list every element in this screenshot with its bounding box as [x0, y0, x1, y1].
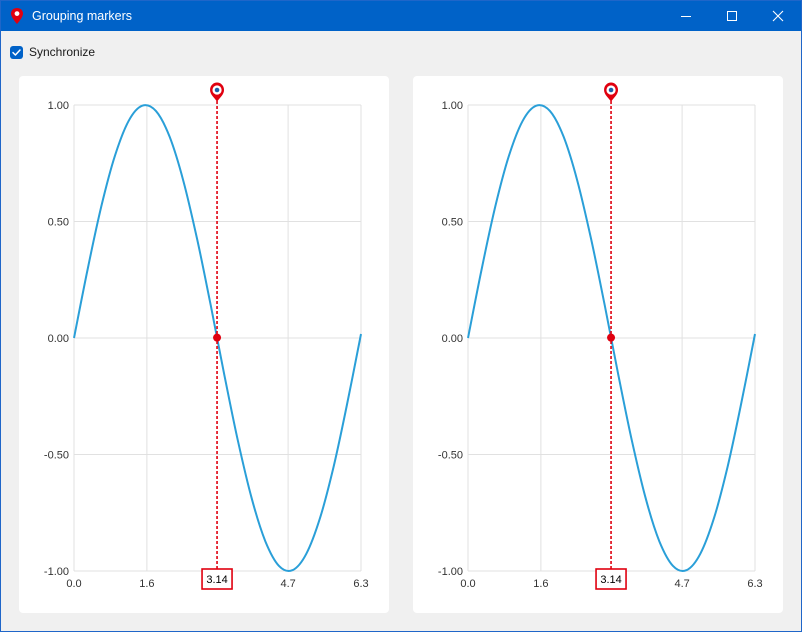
title-bar[interactable]: Grouping markers: [1, 1, 801, 31]
x-tick-label: 0.0: [66, 578, 81, 590]
y-tick-label: 0.00: [442, 333, 463, 345]
close-button[interactable]: [755, 1, 801, 31]
app-window: Grouping markers Synchronize 1.00 0.50 0.0…: [0, 0, 802, 632]
x-tick-label: 4.7: [280, 578, 295, 590]
x-tick-label: 1.6: [139, 578, 154, 590]
maximize-icon: [727, 11, 737, 21]
marker-point[interactable]: [607, 333, 616, 342]
sine-chart-right[interactable]: 1.00 0.50 0.00 -0.50 -1.000.0 1.6 4.7 6.3 3.14: [413, 76, 783, 613]
minimize-button[interactable]: [663, 1, 709, 31]
x-tick-label: 6.3: [747, 578, 762, 590]
y-tick-label: 0.50: [442, 217, 463, 229]
close-icon: [772, 10, 784, 22]
marker-label: 3.14: [600, 574, 621, 586]
x-tick-label: 4.7: [674, 578, 689, 590]
location-pin-icon[interactable]: [210, 82, 225, 103]
y-tick-label: -1.00: [438, 566, 463, 578]
chart-panel-right: 1.00 0.50 0.00 -0.50 -1.00 0.0 1.6 4.7 6.3 3.14: [413, 76, 783, 613]
synchronize-checkbox[interactable]: [10, 45, 23, 59]
y-tick-label: -1.00: [44, 566, 69, 578]
y-tick-label: 0.00: [48, 333, 69, 345]
y-tick-label: 1.00: [48, 100, 69, 112]
y-tick-label: 1.00: [442, 100, 463, 112]
window-title: Grouping markers: [32, 9, 133, 23]
y-tick-label: 0.50: [48, 217, 69, 229]
x-tick-label: 1.6: [533, 578, 548, 590]
checkmark-icon: [12, 48, 21, 56]
x-tick-label: 6.3: [353, 578, 368, 590]
x-tick-label: 0.0: [460, 578, 475, 590]
maximize-button[interactable]: [709, 1, 755, 31]
synchronize-option: Synchronize: [10, 43, 95, 61]
location-pin-icon: [11, 8, 23, 24]
location-pin-icon[interactable]: [604, 82, 619, 103]
y-tick-label: -0.50: [44, 450, 69, 462]
marker-label: 3.14: [206, 574, 227, 586]
y-tick-label: -0.50: [438, 450, 463, 462]
marker-point[interactable]: [213, 333, 222, 342]
chart-panel-left: 1.00 0.50 0.00 -0.50 -1.00 0.0 1.6 4.7 6.3 3.14: [19, 76, 389, 613]
synchronize-label: Synchronize: [29, 45, 96, 59]
minimize-icon: [681, 16, 691, 17]
sine-chart-left[interactable]: 1.00 0.50 0.00 -0.50 -1.000.0 1.6 4.7 6.3 3.14: [19, 76, 389, 613]
